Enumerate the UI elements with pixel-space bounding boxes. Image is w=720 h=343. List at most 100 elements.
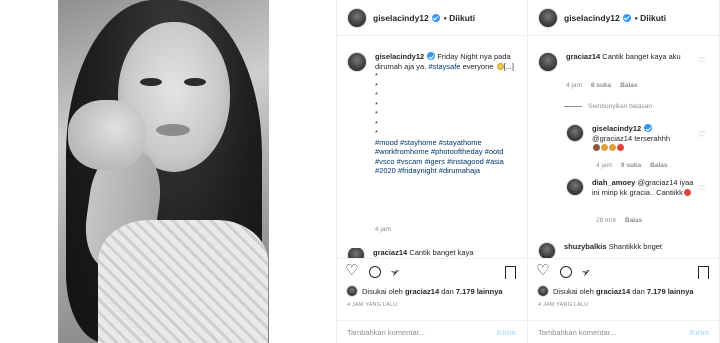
comment-item: graciaz14 Cantik banget kaya aku (538, 52, 698, 72)
avatar[interactable] (347, 7, 367, 28)
post-photo-area (0, 0, 336, 343)
send-button[interactable]: Kirim (497, 328, 516, 337)
add-comment-input[interactable]: Tambahkan komentar... (538, 328, 616, 337)
emoji-icon (601, 144, 608, 151)
caption-dot: * (375, 118, 378, 128)
comment-body: Shantikkk bnget (608, 242, 662, 251)
caption-hashtag[interactable]: #staysafe (428, 62, 460, 71)
comment-body: Cantik banget kaya aku (602, 52, 681, 61)
verified-badge-icon (622, 13, 631, 22)
comment-time[interactable]: 4 jam (566, 82, 582, 89)
post-username[interactable]: giselacindy12 (373, 13, 429, 23)
reply-item: giselacindy12 @graciaz14 terserahhh (566, 124, 696, 153)
post-panel-caption: giselacindy12 • Diikuti giselacindy12 Fr… (336, 0, 526, 343)
follow-status[interactable]: • Diikuti (635, 13, 666, 23)
avatar[interactable] (566, 124, 584, 142)
comment-text: graciaz14 Cantik banget kaya aku (566, 52, 681, 62)
avatar[interactable] (566, 178, 584, 196)
peek-comment-user[interactable]: graciaz14 (373, 248, 407, 257)
photo-hand (68, 100, 146, 170)
action-row (536, 264, 709, 280)
post-timestamp[interactable]: 4 JAM YANG LALU (347, 302, 397, 308)
follow-status[interactable]: • Diikuti (444, 13, 475, 23)
reply-button[interactable]: Balas (625, 217, 642, 224)
peek-comment: graciaz14 Cantik banget kaya (347, 248, 517, 258)
peek-comment-body: Cantik banget kaya (409, 248, 474, 257)
liked-count[interactable]: 7.179 lainnya (647, 287, 694, 296)
action-bar: Disukai oleh graciaz14 dan 7.179 lainnya… (528, 258, 719, 320)
caption-avatar[interactable] (347, 52, 367, 72)
comment-user[interactable]: diah_amoey (592, 178, 635, 187)
comment-user[interactable]: shuzybalkis (564, 242, 607, 251)
like-heart-icon[interactable] (536, 264, 551, 279)
like-heart-icon[interactable] (345, 264, 360, 279)
hide-replies-label: Sembunyikan balasan (588, 103, 652, 110)
comment-likes[interactable]: 8 suka (591, 82, 611, 89)
comment-text: diah_amoey @graciaz14 iyaa ini mirip kk … (592, 178, 696, 197)
liked-by-and: dan (632, 286, 645, 296)
caption-time[interactable]: 4 jam (375, 226, 391, 233)
post-caption: giselacindy12 Friday Night nya pada diru… (347, 52, 523, 176)
emoji-icon (593, 144, 600, 151)
comment-body: @graciaz14 terserahhh (592, 133, 671, 143)
caption-dot: * (375, 80, 378, 90)
bookmark-icon[interactable] (698, 265, 709, 279)
action-bar: Disukai oleh graciaz14 dan 7.179 lainnya… (337, 258, 526, 320)
send-button[interactable]: Kirim (690, 328, 709, 337)
liked-by-prefix: Disukai oleh (362, 286, 403, 296)
avatar (537, 285, 549, 297)
photo-eye-left (140, 78, 162, 86)
comment-bubble-icon[interactable] (560, 266, 572, 278)
comment-bubble-icon[interactable] (369, 266, 381, 278)
comment-like-icon[interactable]: ♡ (698, 130, 705, 139)
add-comment-input[interactable]: Tambahkan komentar... (347, 328, 425, 337)
comment-text: giselacindy12 @graciaz14 terserahhh (592, 124, 670, 153)
reply-button[interactable]: Balas (650, 162, 667, 169)
divider (564, 106, 582, 107)
caption-more[interactable]: [...] (504, 62, 514, 71)
caption-username[interactable]: giselacindy12 (375, 52, 424, 61)
comment-time[interactable]: 28 mnt (596, 217, 616, 224)
photo-eye-right (184, 78, 206, 86)
post-photo[interactable] (58, 0, 269, 343)
reply-button[interactable]: Balas (620, 82, 637, 89)
avatar[interactable] (538, 242, 556, 258)
liked-by-user[interactable]: graciaz14 (405, 287, 439, 296)
emoji-icon (617, 144, 624, 151)
post-timestamp[interactable]: 4 JAM YANG LALU (538, 302, 588, 308)
bookmark-icon[interactable] (505, 265, 516, 279)
comment-likes[interactable]: 9 suka (621, 162, 641, 169)
comment-like-icon[interactable]: ♡ (698, 56, 705, 65)
add-comment-bar: Tambahkan komentar... Kirim (528, 320, 719, 343)
avatar[interactable] (538, 7, 558, 28)
liked-by-and: dan (441, 286, 454, 296)
hide-replies-toggle[interactable]: Sembunyikan balasan (564, 103, 652, 110)
caption-dot: * (375, 99, 378, 109)
liked-by-user[interactable]: graciaz14 (596, 287, 630, 296)
heart-emoji-icon (496, 62, 504, 70)
post-header: giselacindy12 • Diikuti (528, 0, 719, 36)
emoji-icon (609, 144, 616, 151)
comment-meta: 4 jam 9 suka Balas (596, 162, 668, 169)
comment-text: shuzybalkis Shantikkk bnget (564, 242, 662, 252)
liked-count[interactable]: 7.179 lainnya (456, 287, 503, 296)
share-paper-plane-icon[interactable] (581, 265, 595, 279)
reply-item: diah_amoey @graciaz14 iyaa ini mirip kk … (566, 178, 696, 197)
comment-like-icon[interactable]: ♡ (698, 184, 705, 193)
comment-time[interactable]: 4 jam (596, 162, 612, 169)
caption-hashtags[interactable]: #mood #stayhome #stayathome #workfromhom… (375, 138, 504, 176)
verified-badge-icon (427, 52, 436, 60)
avatar[interactable] (347, 248, 365, 258)
comment-user[interactable]: graciaz14 (566, 52, 600, 61)
post-username[interactable]: giselacindy12 (564, 13, 620, 23)
avatar[interactable] (538, 52, 558, 72)
share-paper-plane-icon[interactable] (390, 265, 404, 279)
post-header: giselacindy12 • Diikuti (337, 0, 526, 36)
comment-user[interactable]: giselacindy12 (592, 124, 641, 133)
caption-text: giselacindy12 Friday Night nya pada diru… (375, 52, 523, 176)
comment-meta: 28 mnt Balas (596, 217, 642, 224)
comment-item: shuzybalkis Shantikkk bnget (538, 242, 698, 258)
verified-badge-icon (644, 124, 653, 132)
action-row (345, 264, 516, 280)
caption-end: everyone (462, 61, 494, 71)
